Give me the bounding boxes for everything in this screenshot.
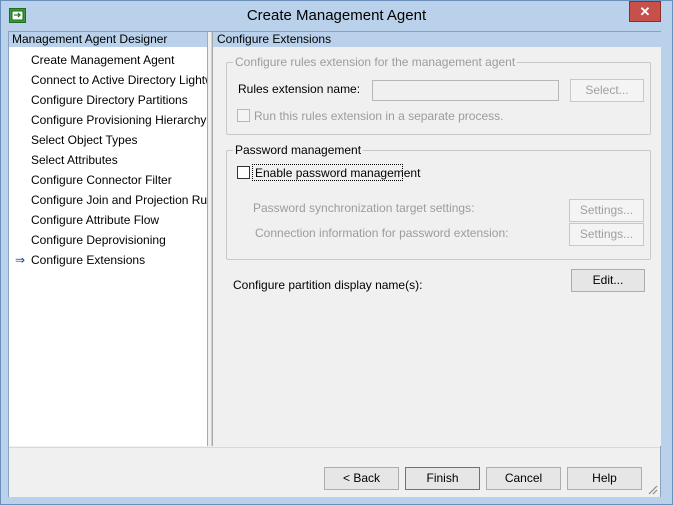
- step-configure-deprovisioning[interactable]: Configure Deprovisioning: [9, 230, 207, 250]
- dialog-window: Create Management Agent ✕ Management Age…: [0, 0, 673, 505]
- title-bar[interactable]: Create Management Agent ✕: [1, 1, 672, 31]
- separate-process-checkbox[interactable]: [237, 109, 250, 122]
- extensions-pane-header: Configure Extensions: [213, 32, 661, 47]
- steps-list: Create Management Agent Connect to Activ…: [9, 47, 207, 270]
- dialog-client-area: Management Agent Designer Create Managem…: [8, 31, 661, 497]
- separate-process-label: Run this rules extension in a separate p…: [254, 109, 504, 123]
- enable-password-management-label[interactable]: Enable password management: [255, 166, 420, 180]
- step-label: Configure Provisioning Hierarchy: [31, 113, 207, 127]
- step-configure-directory-partitions[interactable]: Configure Directory Partitions: [9, 90, 207, 110]
- rules-extension-name-input[interactable]: [372, 80, 559, 101]
- step-label: Configure Deprovisioning: [31, 233, 166, 247]
- password-management-group: Password management Enable password mana…: [226, 143, 651, 260]
- current-step-arrow-icon: ⇒: [15, 253, 26, 267]
- password-management-legend: Password management: [233, 143, 364, 157]
- wizard-button-bar: < Back Finish Cancel Help: [9, 447, 660, 497]
- configure-extensions-pane: Configure Extensions Configure rules ext…: [212, 32, 661, 446]
- step-label: Configure Connector Filter: [31, 173, 172, 187]
- step-configure-provisioning-hierarchy[interactable]: Configure Provisioning Hierarchy: [9, 110, 207, 130]
- sync-target-settings-button[interactable]: Settings...: [569, 199, 644, 222]
- select-rules-extension-button[interactable]: Select...: [570, 79, 644, 102]
- finish-button[interactable]: Finish: [405, 467, 480, 490]
- rules-extension-name-label: Rules extension name:: [238, 82, 361, 96]
- step-configure-connector-filter[interactable]: Configure Connector Filter: [9, 170, 207, 190]
- window-title: Create Management Agent: [246, 7, 427, 24]
- step-label: Select Attributes: [31, 153, 118, 167]
- step-configure-join-projection-rules[interactable]: Configure Join and Projection Rules: [9, 190, 207, 210]
- back-button[interactable]: < Back: [324, 467, 399, 490]
- step-select-object-types[interactable]: Select Object Types: [9, 130, 207, 150]
- connection-info-label: Connection information for password exte…: [255, 226, 509, 240]
- step-label: Create Management Agent: [31, 53, 175, 67]
- rules-extension-group: Configure rules extension for the manage…: [226, 55, 651, 135]
- step-label: Connect to Active Directory Lightweig: [31, 73, 207, 87]
- sync-target-settings-label: Password synchronization target settings…: [253, 201, 475, 215]
- step-label: Select Object Types: [31, 133, 138, 147]
- connection-info-settings-button[interactable]: Settings...: [569, 223, 644, 246]
- designer-steps-pane: Management Agent Designer Create Managem…: [9, 32, 208, 446]
- step-label: Configure Join and Projection Rules: [31, 193, 207, 207]
- step-select-attributes[interactable]: Select Attributes: [9, 150, 207, 170]
- rules-extension-legend: Configure rules extension for the manage…: [233, 55, 518, 69]
- step-label: Configure Attribute Flow: [31, 213, 160, 227]
- help-button[interactable]: Help: [567, 467, 642, 490]
- step-configure-extensions[interactable]: ⇒ Configure Extensions: [9, 250, 207, 270]
- edit-partition-names-button[interactable]: Edit...: [571, 269, 645, 292]
- step-configure-attribute-flow[interactable]: Configure Attribute Flow: [9, 210, 207, 230]
- cancel-button[interactable]: Cancel: [486, 467, 561, 490]
- step-label: Configure Directory Partitions: [31, 93, 188, 107]
- enable-password-management-checkbox[interactable]: [237, 166, 250, 179]
- designer-pane-header: Management Agent Designer: [9, 32, 207, 47]
- resize-grip-icon[interactable]: [646, 483, 658, 495]
- partition-display-name-label: Configure partition display name(s):: [233, 278, 423, 292]
- step-connect-to-ad-lds[interactable]: Connect to Active Directory Lightweig: [9, 70, 207, 90]
- step-create-management-agent[interactable]: Create Management Agent: [9, 50, 207, 70]
- step-label: Configure Extensions: [31, 253, 146, 267]
- close-icon[interactable]: ✕: [629, 1, 661, 22]
